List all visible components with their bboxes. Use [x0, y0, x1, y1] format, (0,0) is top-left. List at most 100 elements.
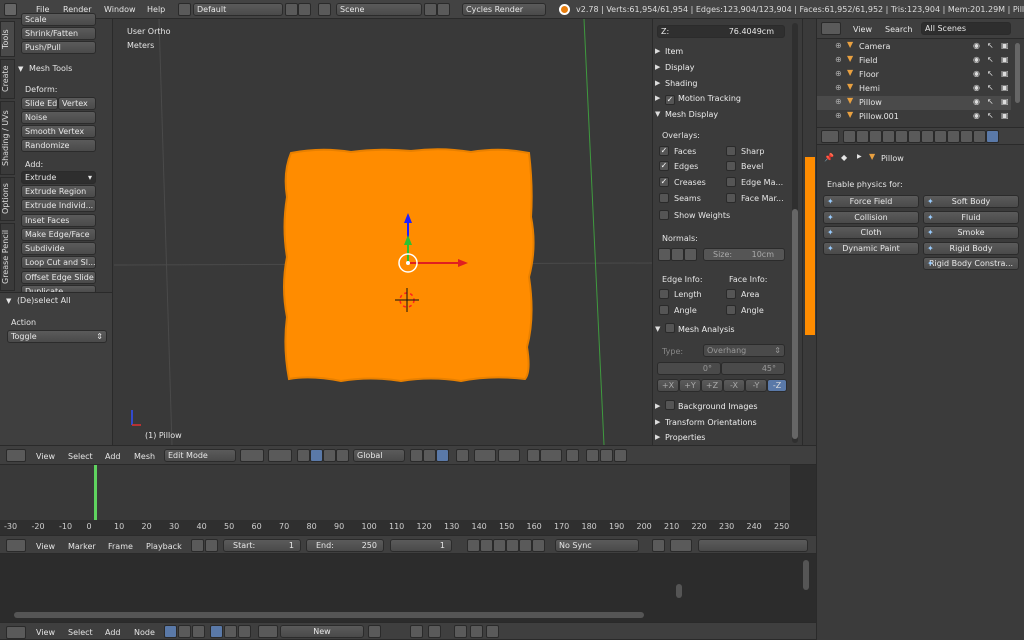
faces-checkbox[interactable]: ✓	[659, 146, 669, 156]
play-reverse-icon[interactable]	[493, 539, 506, 552]
start-frame-field[interactable]: Start: 1	[223, 539, 301, 552]
outliner-row[interactable]: ⊕ ▼ Camera ◉ ↖ ▣	[817, 40, 1011, 54]
noise-button[interactable]: Noise	[21, 111, 96, 124]
snap-element-icon[interactable]	[540, 449, 562, 462]
pin-icon[interactable]: 📌	[824, 153, 834, 162]
selectable-icon[interactable]: ↖	[987, 97, 994, 106]
timeline-menu-playback[interactable]: Playback	[146, 542, 182, 551]
world-tab-icon[interactable]	[882, 130, 895, 143]
pivot-point-icon[interactable]	[268, 449, 292, 462]
axis-minus-z-button[interactable]: -Z	[767, 379, 787, 392]
expand-toggle-icon[interactable]: ⊕	[835, 97, 842, 106]
vertex-select-icon[interactable]	[410, 449, 423, 462]
end-frame-field[interactable]: End: 250	[306, 539, 384, 552]
editor-type-icon[interactable]	[6, 626, 26, 639]
constraints-tab-icon[interactable]	[908, 130, 921, 143]
render-preview-icon[interactable]	[614, 449, 627, 462]
render-layers-tab-icon[interactable]	[856, 130, 869, 143]
vertex-normals-icon[interactable]	[658, 248, 671, 261]
visibility-eye-icon[interactable]: ◉	[973, 97, 980, 106]
render-tab-icon[interactable]	[843, 130, 856, 143]
visibility-eye-icon[interactable]: ◉	[973, 55, 980, 64]
keying-set-icon[interactable]	[670, 539, 692, 552]
menu-select[interactable]: Select	[68, 452, 93, 461]
info-editor-icon[interactable]	[4, 3, 17, 16]
display-mode-selector[interactable]: All Scenes	[921, 22, 1011, 35]
edge-select-icon[interactable]	[423, 449, 436, 462]
motion-tracking-panel-header[interactable]: ▶ ✓ Motion Tracking	[653, 91, 789, 106]
tab-options[interactable]: Options	[0, 177, 15, 221]
outliner-object-name[interactable]: Hemi	[859, 84, 880, 93]
visibility-eye-icon[interactable]: ◉	[973, 83, 980, 92]
keying-set-field[interactable]	[698, 539, 808, 552]
add-layout-icon[interactable]	[285, 3, 298, 16]
scene-selector[interactable]: Scene	[336, 3, 422, 16]
render-camera-icon[interactable]: ▣	[1001, 111, 1009, 120]
area-checkbox[interactable]	[726, 289, 736, 299]
mesh-analysis-checkbox[interactable]	[665, 323, 675, 333]
split-normals-icon[interactable]	[671, 248, 684, 261]
selectable-icon[interactable]: ↖	[987, 83, 994, 92]
jump-start-icon[interactable]	[467, 539, 480, 552]
outliner-scrollbar[interactable]	[1015, 43, 1020, 103]
jump-keyframe-forward-icon[interactable]	[519, 539, 532, 552]
extrude-region-button[interactable]: Extrude Region	[21, 185, 96, 198]
outliner-row[interactable]: ⊕ ▼ Pillow.001 ◉ ↖ ▣	[817, 110, 1011, 124]
scale-manipulator-icon[interactable]	[336, 449, 349, 462]
sync-mode-selector[interactable]: No Sync	[555, 539, 639, 552]
paste-nodes-icon[interactable]	[470, 625, 483, 638]
show-weights-checkbox[interactable]	[659, 210, 669, 220]
dynamic-paint-button[interactable]: ✦ Dynamic Paint	[823, 241, 919, 255]
node-menu-add[interactable]: Add	[105, 628, 121, 637]
scene-icon[interactable]	[318, 3, 331, 16]
editor-type-icon[interactable]	[821, 22, 841, 35]
node-menu-view[interactable]: View	[36, 628, 55, 637]
mesh-display-panel-header[interactable]: ▼ Mesh Display	[653, 107, 789, 122]
tab-create[interactable]: Create	[0, 59, 15, 99]
editor-type-icon[interactable]	[821, 130, 839, 143]
offset-edge-slide-button[interactable]: Offset Edge Slide	[21, 271, 96, 284]
visibility-eye-icon[interactable]: ◉	[973, 69, 980, 78]
shader-nodes-icon[interactable]	[164, 625, 177, 638]
outliner-row[interactable]: ⊕ ▼ Pillow ◉ ↖ ▣	[817, 96, 1011, 110]
scale-button[interactable]: Scale	[21, 13, 96, 26]
render-camera-icon[interactable]: ▣	[1001, 55, 1009, 64]
data-tab-icon[interactable]	[934, 130, 947, 143]
render-camera-icon[interactable]: ▣	[1001, 69, 1009, 78]
shading-panel-header[interactable]: ▶ Shading	[653, 76, 789, 91]
render-camera-icon[interactable]: ▣	[1001, 97, 1009, 106]
menu-help[interactable]: Help	[147, 5, 165, 14]
push-pull-button[interactable]: Push/Pull	[21, 41, 96, 54]
outliner-row[interactable]: ⊕ ▼ Hemi ◉ ↖ ▣	[817, 82, 1011, 96]
timeline-menu-view[interactable]: View	[36, 542, 55, 551]
extrude-dropdown[interactable]: Extrude ▾	[21, 171, 96, 184]
inset-faces-button[interactable]: Inset Faces	[21, 214, 96, 227]
snap-target-icon[interactable]	[566, 449, 579, 462]
analysis-min-angle-field[interactable]: 0°	[657, 362, 721, 375]
record-icon[interactable]	[191, 539, 204, 552]
orientation-selector[interactable]: Global	[353, 449, 405, 462]
tab-tools[interactable]: Tools	[0, 21, 15, 57]
mesh-tools-panel-header[interactable]: ▼ Mesh Tools	[18, 64, 72, 73]
menu-mesh[interactable]: Mesh	[134, 452, 155, 461]
copy-nodes-icon[interactable]	[454, 625, 467, 638]
subdivide-button[interactable]: Subdivide	[21, 242, 96, 255]
axis-plus-x-button[interactable]: +X	[657, 379, 679, 392]
render-engine-selector[interactable]: Cycles Render	[462, 3, 546, 16]
occlude-geometry-icon[interactable]	[456, 449, 469, 462]
face-angle-checkbox[interactable]	[726, 305, 736, 315]
outliner-menu-search[interactable]: Search	[885, 25, 912, 34]
current-frame-field[interactable]: 1	[390, 539, 452, 552]
manipulator-toggle-icon[interactable]	[297, 449, 310, 462]
line-style-icon[interactable]	[238, 625, 251, 638]
node-editor-hscroll[interactable]	[14, 612, 644, 618]
edge-angle-checkbox[interactable]	[659, 305, 669, 315]
outliner-object-name[interactable]: Floor	[859, 70, 879, 79]
visibility-eye-icon[interactable]: ◉	[973, 41, 980, 50]
smooth-vertex-button[interactable]: Smooth Vertex	[21, 125, 96, 138]
texture-tab-icon[interactable]	[960, 130, 973, 143]
viewport-shading-icon[interactable]	[240, 449, 264, 462]
snap-node-icon[interactable]	[428, 625, 441, 638]
shrink-fatten-button[interactable]: Shrink/Fatten	[21, 27, 96, 40]
render-camera-icon[interactable]: ▣	[1001, 83, 1009, 92]
